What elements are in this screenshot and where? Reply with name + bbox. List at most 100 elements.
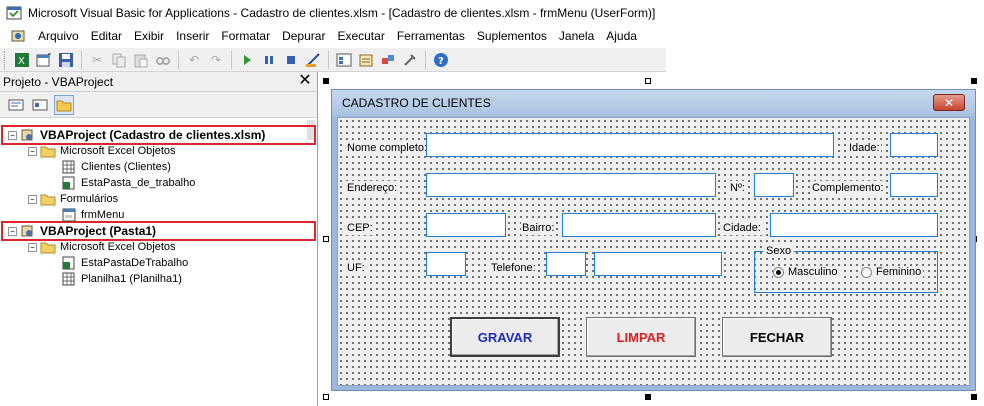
limpar-button[interactable]: LIMPAR: [586, 317, 696, 357]
toggle-folders-icon[interactable]: [54, 94, 74, 115]
menu-suplementos[interactable]: Suplementos: [471, 27, 553, 45]
fechar-button-label: FECHAR: [749, 329, 805, 345]
break-icon[interactable]: [259, 50, 279, 70]
tree-item-clientes[interactable]: Clientes (Clientes): [58, 159, 171, 175]
textbox-nome-completo[interactable]: [426, 133, 834, 157]
worksheet-icon: [61, 272, 77, 286]
toolbox-icon[interactable]: [400, 50, 420, 70]
project-explorer-icon[interactable]: [334, 50, 354, 70]
label-complemento: Complemento:: [811, 181, 885, 195]
radio-feminino[interactable]: Feminino: [861, 266, 924, 278]
label-cidade: Cidade:: [722, 221, 762, 235]
frame-sexo[interactable]: Sexo Masculino Feminino: [754, 244, 938, 293]
undo-icon[interactable]: ↶: [184, 50, 204, 70]
find-icon[interactable]: [153, 50, 173, 70]
save-icon[interactable]: [56, 50, 76, 70]
radio-masculino[interactable]: Masculino: [773, 266, 840, 278]
gravar-button[interactable]: GRAVAR: [450, 317, 560, 357]
menu-arquivo[interactable]: Arquivo: [32, 27, 85, 45]
view-code-icon[interactable]: [6, 95, 26, 115]
tree-item-estapastadetrabalho[interactable]: EstaPastaDeTrabalho: [58, 255, 188, 271]
folder-icon: [40, 240, 56, 254]
textbox-endereco[interactable]: [426, 173, 716, 197]
resize-handle[interactable]: [323, 236, 329, 242]
radio-checked-icon[interactable]: [773, 266, 784, 278]
menu-janela[interactable]: Janela: [553, 27, 600, 45]
project-explorer-title: Projeto - VBAProject: [3, 74, 114, 89]
textbox-complemento[interactable]: [890, 173, 938, 197]
textbox-bairro[interactable]: [562, 213, 716, 237]
reset-icon[interactable]: [281, 50, 301, 70]
properties-icon[interactable]: [356, 50, 376, 70]
collapse-icon[interactable]: −: [28, 242, 37, 252]
tree-item-estapasta-de-trabalho[interactable]: EstaPasta_de_trabalho: [58, 175, 195, 191]
paste-icon[interactable]: [131, 50, 151, 70]
excel-icon[interactable]: X: [12, 50, 32, 70]
cut-icon[interactable]: ✂: [87, 50, 107, 70]
label-nome-completo: Nome completo:: [346, 141, 429, 155]
object-browser-icon[interactable]: [378, 50, 398, 70]
userform-frmmenu[interactable]: CADASTRO DE CLIENTES ✕ Nome completo: Id…: [331, 89, 976, 391]
tree-item-vbaproject-cadastro[interactable]: − VBAProject (Cadastro de clientes.xlsm): [8, 127, 265, 143]
textbox-numero[interactable]: [754, 173, 794, 197]
userform-caption: CADASTRO DE CLIENTES: [342, 96, 491, 110]
tree-item-formularios[interactable]: − Formulários: [28, 191, 118, 207]
collapse-icon[interactable]: −: [28, 194, 37, 204]
run-icon[interactable]: [237, 50, 257, 70]
textbox-cep[interactable]: [426, 213, 506, 237]
label-bairro: Bairro:: [521, 221, 556, 235]
menu-ajuda[interactable]: Ajuda: [600, 27, 643, 45]
svg-text:?: ?: [438, 56, 444, 67]
textbox-idade[interactable]: [890, 133, 938, 157]
toolbar-end-grip[interactable]: [659, 51, 662, 69]
close-icon[interactable]: ✕: [297, 73, 313, 89]
insert-userform-icon[interactable]: [34, 50, 54, 70]
copy-icon[interactable]: [109, 50, 129, 70]
menu-depurar[interactable]: Depurar: [276, 27, 331, 45]
tree-item-label: Clientes (Clientes): [81, 161, 171, 173]
collapse-icon[interactable]: −: [8, 130, 17, 140]
resize-handle[interactable]: [645, 78, 651, 84]
resize-handle[interactable]: [323, 78, 329, 84]
collapse-icon[interactable]: −: [8, 226, 17, 236]
menu-formatar[interactable]: Formatar: [215, 27, 276, 45]
vba-menu-icon[interactable]: [10, 28, 26, 44]
menu-editar[interactable]: Editar: [85, 27, 128, 45]
toolbar-grip[interactable]: [4, 50, 7, 69]
radio-unchecked-icon[interactable]: [861, 266, 872, 278]
view-object-icon[interactable]: [30, 95, 50, 115]
folder-icon: [40, 192, 56, 206]
tree-item-excel-objetos-2[interactable]: − Microsoft Excel Objetos: [28, 239, 176, 255]
svg-text:X: X: [18, 56, 25, 67]
collapse-icon[interactable]: −: [28, 146, 37, 156]
menu-executar[interactable]: Executar: [331, 27, 390, 45]
tree-item-frmmenu[interactable]: frmMenu: [58, 207, 124, 223]
vba-app-icon: [6, 5, 22, 21]
tree-item-excel-objetos[interactable]: − Microsoft Excel Objetos: [28, 143, 176, 159]
menu-inserir[interactable]: Inserir: [170, 27, 215, 45]
textbox-telefone[interactable]: [594, 252, 722, 276]
label-endereco: Endereço:: [346, 181, 399, 195]
resize-handle[interactable]: [971, 78, 977, 84]
textbox-ddd[interactable]: [546, 252, 586, 276]
textbox-cidade[interactable]: [770, 213, 938, 237]
resize-handle[interactable]: [971, 394, 977, 400]
design-mode-icon[interactable]: [303, 50, 323, 70]
resize-handle[interactable]: [323, 394, 329, 400]
redo-icon[interactable]: ↷: [206, 50, 226, 70]
textbox-uf[interactable]: [426, 252, 466, 276]
close-icon[interactable]: ✕: [933, 94, 965, 111]
tree-item-planilha1[interactable]: Planilha1 (Planilha1): [58, 271, 182, 287]
window-title: Microsoft Visual Basic for Applications …: [28, 5, 656, 20]
radio-masculino-label: Masculino: [788, 266, 838, 278]
resize-handle[interactable]: [645, 394, 651, 400]
toolbar-separator: [178, 50, 179, 69]
help-icon[interactable]: ?: [431, 50, 451, 70]
menu-ferramentas[interactable]: Ferramentas: [391, 27, 471, 45]
tree-item-vbaproject-pasta1[interactable]: − VBAProject (Pasta1): [8, 223, 156, 239]
project-explorer-panel: Projeto - VBAProject ✕ − VBAProject (Cad…: [0, 72, 318, 406]
tree-item-label: frmMenu: [81, 209, 125, 221]
folder-icon: [40, 144, 56, 158]
fechar-button[interactable]: FECHAR: [722, 317, 832, 357]
menu-exibir[interactable]: Exibir: [128, 27, 170, 45]
